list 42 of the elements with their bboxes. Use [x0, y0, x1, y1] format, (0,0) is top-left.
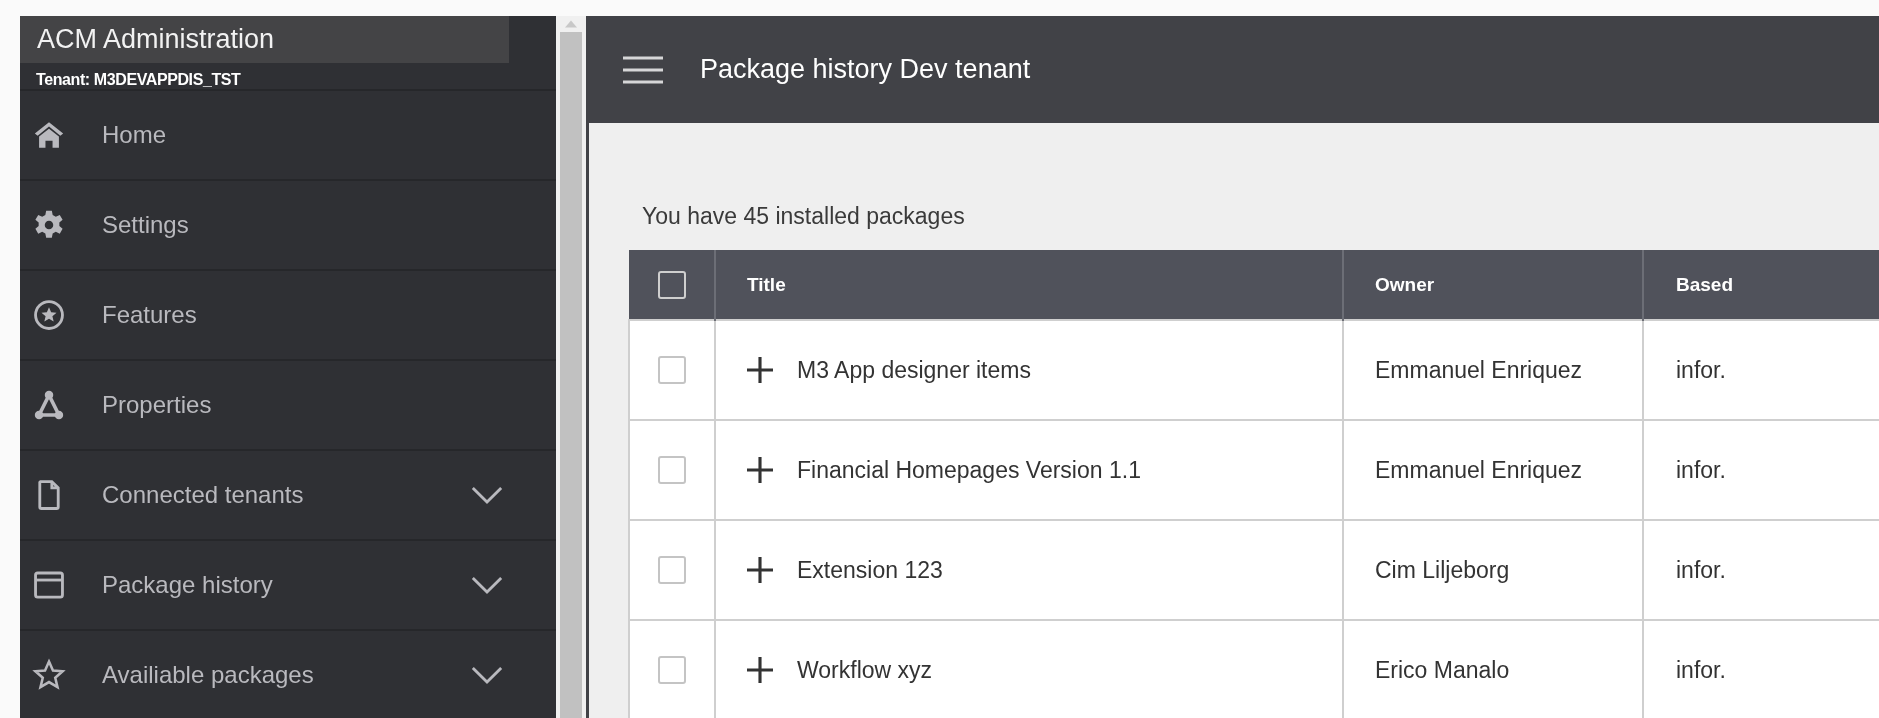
select-all-checkbox[interactable]: [657, 270, 686, 299]
scroll-up-arrow-icon[interactable]: [565, 20, 577, 28]
expand-icon[interactable]: [747, 557, 773, 583]
star-icon: [32, 658, 66, 692]
row-checkbox[interactable]: [658, 356, 686, 385]
expand-icon[interactable]: [747, 657, 773, 683]
menu-item-label: Settings: [102, 211, 190, 239]
triangle-nodes-icon: [32, 388, 66, 422]
table-cell: infor.: [1643, 320, 1879, 420]
page-title: Package history Dev tenant: [700, 54, 1031, 85]
row-checkbox[interactable]: [658, 456, 686, 485]
app-title: ACM Administration: [20, 16, 509, 63]
package-title: Financial Homepages Version 1.1: [797, 456, 1141, 484]
menu-icon[interactable]: [623, 54, 663, 85]
column-header[interactable]: Based: [1643, 250, 1879, 320]
scrollbar-thumb[interactable]: [560, 32, 582, 718]
menu-item-label: Properties: [102, 391, 213, 419]
menu-item-label: Connected tenants: [102, 481, 305, 509]
table-cell: Erico Manalo: [1343, 620, 1643, 718]
table-cell: infor.: [1643, 620, 1879, 718]
package-title: M3 App designer items: [797, 356, 1031, 384]
expand-icon[interactable]: [747, 357, 773, 383]
tenant-label: Tenant: M3DEVAPPDIS_TST: [35, 70, 242, 89]
menu-item-label: Availiable packages: [102, 661, 315, 689]
scrollbar[interactable]: [556, 16, 586, 718]
table-cell: Emmanuel Enriquez: [1343, 320, 1643, 420]
row-checkbox[interactable]: [658, 556, 686, 585]
menu-item-label: Package history: [102, 571, 274, 599]
table-cell: Emmanuel Enriquez: [1343, 420, 1643, 520]
table-cell: Cim Liljeborg: [1343, 520, 1643, 620]
package-count-text: You have 45 installed packages: [642, 203, 966, 230]
column-header[interactable]: Owner: [1343, 250, 1643, 320]
package-title: Extension 123: [797, 556, 943, 584]
column-header[interactable]: Title: [715, 250, 1343, 320]
table-cell: infor.: [1643, 420, 1879, 520]
table-cell: infor.: [1643, 520, 1879, 620]
menu-item-label: Home: [102, 121, 168, 149]
row-checkbox[interactable]: [658, 656, 686, 685]
expand-icon[interactable]: [747, 457, 773, 483]
menu-item-label: Features: [102, 301, 198, 329]
package-title: Workflow xyz: [797, 656, 933, 684]
star-circle-icon: [32, 298, 66, 332]
